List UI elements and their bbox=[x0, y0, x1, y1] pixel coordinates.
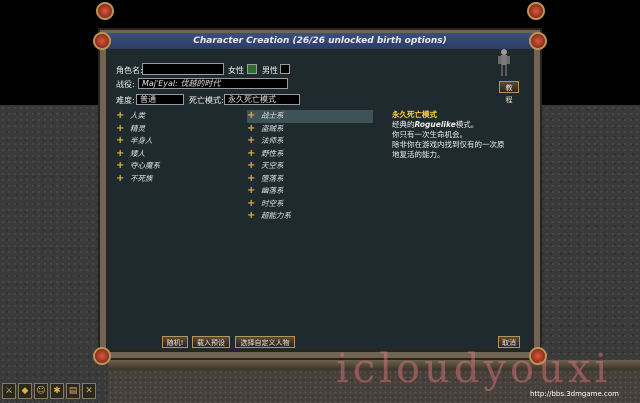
source-url: http://bbs.3dmgame.com bbox=[530, 390, 619, 398]
race-label: 不死族 bbox=[130, 173, 153, 183]
expand-icon: + bbox=[247, 135, 256, 146]
class-item-defiler[interactable]: + 堕落系 bbox=[247, 173, 373, 186]
dialog-title: Character Creation (26/26 unlocked birth… bbox=[104, 33, 536, 49]
description-line: 你只有一次生命机会。 bbox=[392, 130, 467, 139]
class-list: + 战士系 + 盗贼系 + 法师系 + 野性系 + 天空系 + 堕落系 + 幽落系 + 时空系 … bbox=[247, 110, 373, 223]
race-item-human[interactable]: + 人类 bbox=[116, 110, 240, 123]
expand-icon: + bbox=[116, 172, 125, 184]
random-button[interactable]: 随机! bbox=[162, 336, 188, 348]
race-list: + 人类 + 精灵 + 半身人 + 矮人 + 夺心魔系 + 不死族 bbox=[116, 110, 240, 185]
expand-icon: + bbox=[247, 197, 256, 209]
campaign-dropdown[interactable]: Maj'Eyal: 伐越的时代 bbox=[138, 78, 288, 89]
character-sheet-icon[interactable]: ☺ bbox=[34, 383, 48, 399]
class-label: 盗贼系 bbox=[261, 123, 284, 133]
male-checkbox[interactable] bbox=[280, 64, 290, 74]
corner-ornament-tr-icon bbox=[529, 32, 547, 50]
name-label: 角色名: bbox=[116, 66, 143, 75]
race-label: 夺心魔系 bbox=[130, 161, 160, 170]
class-label: 超能力系 bbox=[261, 211, 291, 220]
description-panel: 永久死亡模式 经典的Roguelike模式。 你只有一次生命机会。 除非你在游戏… bbox=[392, 110, 522, 160]
map-icon[interactable]: ▤ bbox=[66, 383, 80, 399]
class-label: 天空系 bbox=[261, 161, 284, 170]
expand-icon: + bbox=[247, 210, 256, 221]
difficulty-dropdown[interactable]: 普通 bbox=[136, 94, 184, 105]
class-item-rogue[interactable]: + 盗贼系 bbox=[247, 123, 373, 136]
class-label: 幽落系 bbox=[261, 186, 284, 195]
description-line: 地复活的能力。 bbox=[392, 150, 445, 159]
class-item-celestial[interactable]: + 天空系 bbox=[247, 160, 373, 173]
permadeath-label: 死亡模式: bbox=[189, 96, 224, 105]
race-item-yeek[interactable]: + 夺心魔系 bbox=[116, 160, 240, 173]
expand-icon: + bbox=[247, 160, 256, 171]
class-label: 战士系 bbox=[261, 111, 284, 120]
female-label: 女性 bbox=[228, 66, 244, 75]
class-item-mage[interactable]: + 法师系 bbox=[247, 135, 373, 148]
expand-icon: + bbox=[116, 122, 125, 134]
name-input[interactable] bbox=[142, 63, 224, 75]
expand-icon: + bbox=[116, 147, 125, 159]
race-label: 矮人 bbox=[130, 148, 145, 158]
class-item-chronomancer[interactable]: + 时空系 bbox=[247, 198, 373, 211]
expand-icon: + bbox=[247, 172, 256, 184]
class-label: 野性系 bbox=[261, 148, 284, 158]
stone-floor-right bbox=[538, 105, 640, 375]
permadeath-dropdown[interactable]: 永久死亡模式 bbox=[224, 94, 300, 105]
top-ornament-icon bbox=[96, 2, 114, 20]
race-item-undead[interactable]: + 不死族 bbox=[116, 173, 240, 186]
race-item-elf[interactable]: + 精灵 bbox=[116, 123, 240, 136]
race-label: 半身人 bbox=[130, 136, 153, 145]
male-label: 男性 bbox=[262, 66, 278, 75]
description-line: 经典的Roguelike模式。 bbox=[392, 120, 479, 129]
class-label: 堕落系 bbox=[261, 173, 284, 183]
watermark: icloudyouxi bbox=[336, 346, 612, 392]
sword-icon[interactable]: ⚔ bbox=[2, 383, 16, 399]
game-toolbar: ⚔ ◆ ☺ ✱ ▤ ✕ bbox=[0, 383, 110, 401]
expand-icon: + bbox=[116, 160, 125, 171]
settings-icon[interactable]: ✱ bbox=[50, 383, 64, 399]
tutorial-button[interactable]: 教程 bbox=[499, 81, 519, 104]
class-label: 法师系 bbox=[261, 136, 284, 145]
class-item-wilder[interactable]: + 野性系 bbox=[247, 148, 373, 161]
expand-icon: + bbox=[247, 110, 256, 121]
bag-icon[interactable]: ◆ bbox=[18, 383, 32, 399]
expand-icon: + bbox=[116, 135, 125, 146]
class-item-psionic[interactable]: + 超能力系 bbox=[247, 210, 373, 223]
description-line: 除非你在游戏内找到仅有的一次原 bbox=[392, 140, 505, 149]
race-label: 精灵 bbox=[130, 123, 145, 133]
close-icon[interactable]: ✕ bbox=[82, 383, 96, 399]
race-label: 人类 bbox=[130, 111, 145, 120]
character-preview-icon bbox=[498, 49, 510, 76]
load-preset-button[interactable]: 载入预设 bbox=[192, 336, 230, 348]
class-item-afflicted[interactable]: + 幽落系 bbox=[247, 185, 373, 198]
expand-icon: + bbox=[247, 147, 256, 159]
expand-icon: + bbox=[247, 185, 256, 196]
race-item-dwarf[interactable]: + 矮人 bbox=[116, 148, 240, 161]
custom-tiles-button[interactable]: 选择自定义人物 bbox=[235, 336, 295, 348]
class-label: 时空系 bbox=[261, 198, 284, 208]
campaign-label: 战役: bbox=[116, 80, 135, 89]
expand-icon: + bbox=[116, 110, 125, 121]
corner-ornament-tl-icon bbox=[93, 32, 111, 50]
female-checkbox[interactable] bbox=[247, 64, 257, 74]
corner-ornament-bl-icon bbox=[93, 347, 111, 365]
class-item-warrior[interactable]: + 战士系 bbox=[247, 110, 373, 123]
description-heading: 永久死亡模式 bbox=[392, 110, 437, 119]
race-item-halfling[interactable]: + 半身人 bbox=[116, 135, 240, 148]
difficulty-label: 难度: bbox=[116, 96, 135, 105]
top-ornament-right-icon bbox=[527, 2, 545, 20]
expand-icon: + bbox=[247, 122, 256, 134]
